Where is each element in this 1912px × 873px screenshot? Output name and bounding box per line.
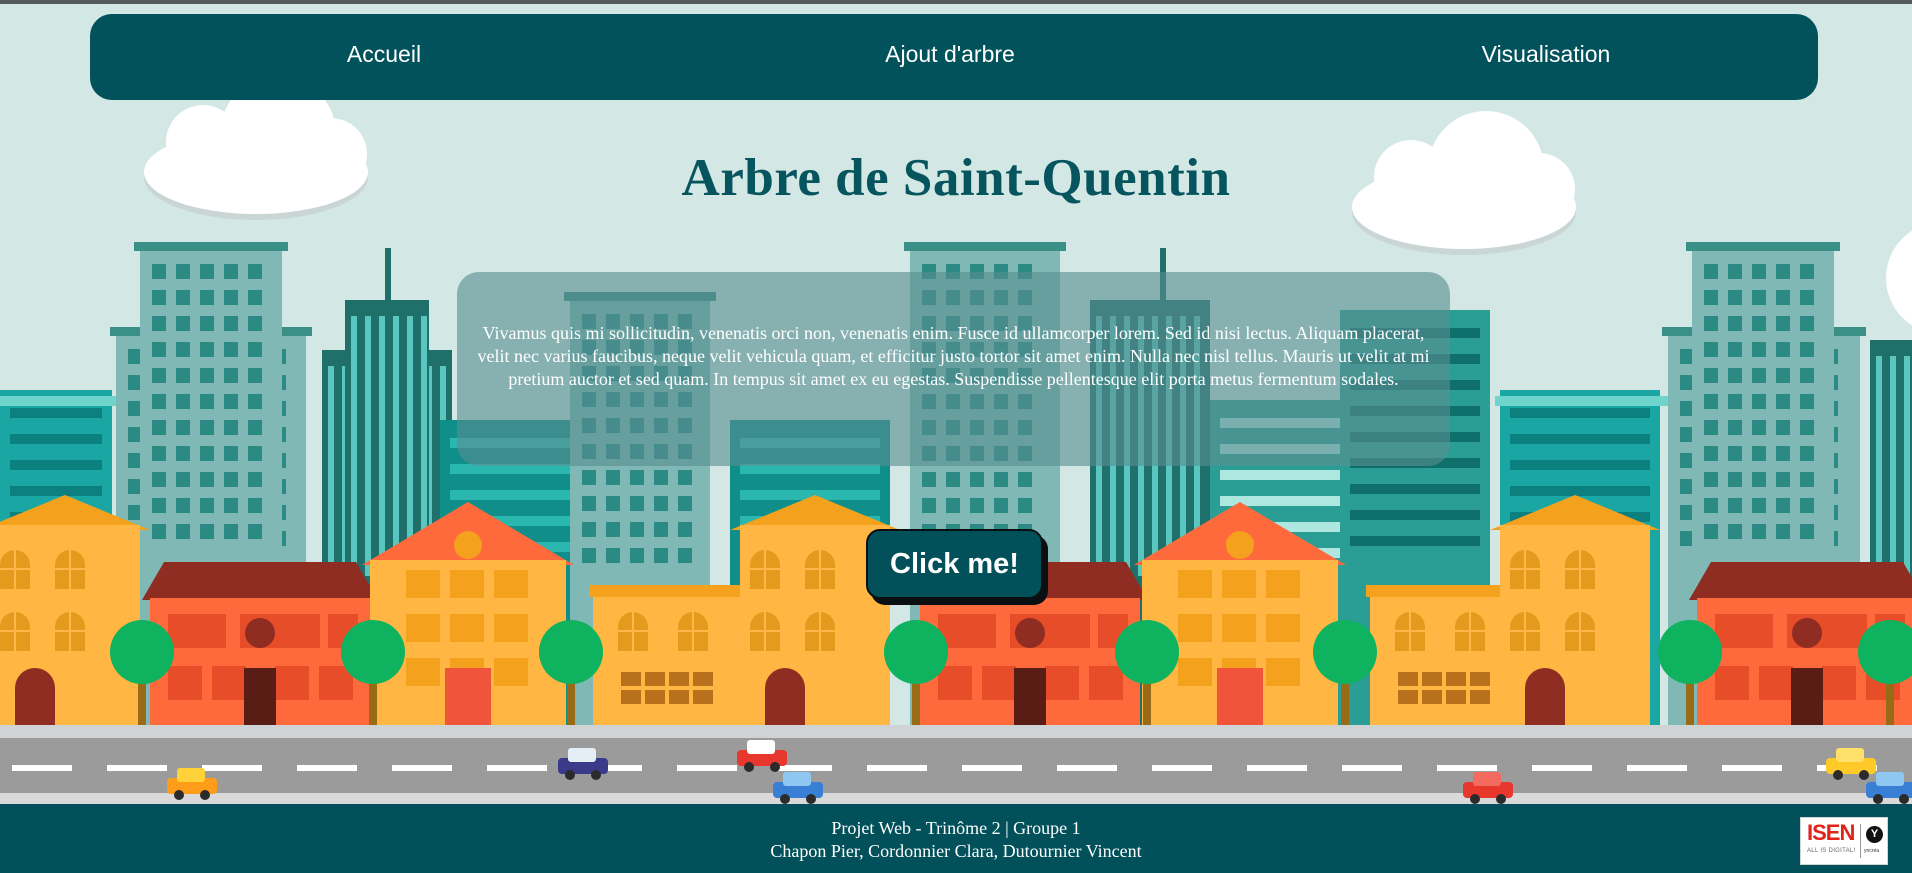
yncrea-logo-text: yncréa bbox=[1864, 848, 1880, 854]
page-title: Arbre de Saint-Quentin bbox=[681, 149, 1231, 207]
asphalt bbox=[0, 738, 1912, 793]
nav-link-accueil[interactable]: Accueil bbox=[347, 14, 421, 100]
nav-link-ajout-arbre[interactable]: Ajout d'arbre bbox=[885, 14, 1015, 100]
house-icon bbox=[0, 495, 150, 725]
yncrea-icon: Y bbox=[1866, 826, 1883, 843]
isen-logo-tagline: ALL IS DIGITAL! bbox=[1807, 848, 1856, 854]
description-panel: Vivamus quis mi sollicitudin, venenatis … bbox=[457, 272, 1450, 466]
nav-link-visualisation[interactable]: Visualisation bbox=[1482, 14, 1611, 100]
page-footer: Projet Web - Trinôme 2 | Groupe 1 Chapon… bbox=[0, 804, 1912, 873]
curb bbox=[0, 793, 1912, 804]
road bbox=[0, 725, 1912, 804]
cloud-icon bbox=[1886, 230, 1912, 326]
main-navbar: Accueil Ajout d'arbre Visualisation bbox=[90, 14, 1818, 100]
sidewalk bbox=[0, 725, 1912, 738]
house-icon bbox=[1490, 495, 1660, 725]
click-me-button[interactable]: Click me! bbox=[866, 529, 1043, 599]
isen-logo: ISEN ALL IS DIGITAL! Y yncréa bbox=[1800, 817, 1888, 865]
footer-authors-line: Chapon Pier, Cordonnier Clara, Dutournie… bbox=[770, 841, 1142, 861]
footer-project-line: Projet Web - Trinôme 2 | Groupe 1 bbox=[831, 818, 1081, 838]
house-icon bbox=[589, 585, 757, 725]
description-text: Vivamus quis mi sollicitudin, venenatis … bbox=[477, 323, 1430, 389]
isen-logo-divider bbox=[1860, 824, 1861, 858]
isen-logo-wordmark: ISEN bbox=[1807, 820, 1855, 845]
